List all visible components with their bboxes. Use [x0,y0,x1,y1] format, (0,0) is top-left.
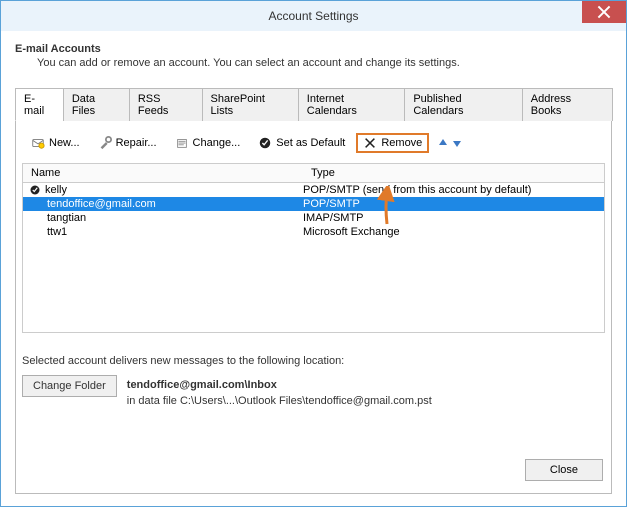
repair-button[interactable]: Repair... [91,133,164,153]
close-icon [597,5,611,19]
tab-data-files[interactable]: Data Files [63,88,130,121]
accounts-list: kelly POP/SMTP (send from this account by… [22,183,605,333]
tab-e-mail[interactable]: E-mail [15,88,64,121]
account-name: tendoffice@gmail.com [47,198,156,210]
titlebar: Account Settings [1,1,626,31]
section-title: E-mail Accounts [15,43,612,55]
tab-address-books[interactable]: Address Books [522,88,613,121]
repair-icon [98,136,112,150]
account-type: POP/SMTP (send from this account by defa… [303,184,600,196]
tab-rss-feeds[interactable]: RSS Feeds [129,88,203,121]
remove-button[interactable]: Remove [356,133,429,153]
content-area: E-mail Accounts You can add or remove an… [1,31,626,506]
tab-sharepoint-lists[interactable]: SharePoint Lists [202,88,299,121]
account-type: Microsoft Exchange [303,226,600,238]
delivery-details: tendoffice@gmail.com\Inbox in data file … [127,375,432,407]
section-desc: You can add or remove an account. You ca… [37,57,612,69]
delivery-text: Selected account delivers new messages t… [22,355,605,367]
set-default-label: Set as Default [276,137,345,149]
default-account-icon [29,184,41,196]
tab-published-calendars[interactable]: Published Calendars [404,88,522,121]
set-default-button[interactable]: Set as Default [251,133,352,153]
move-up-icon[interactable] [437,137,449,149]
footer: Close [22,449,605,483]
move-down-icon[interactable] [451,137,463,149]
repair-label: Repair... [116,137,157,149]
close-button[interactable]: Close [525,459,603,481]
delivery-location: tendoffice@gmail.com\Inbox [127,379,432,391]
delivery-section: Selected account delivers new messages t… [22,355,605,407]
change-icon [175,136,189,150]
account-row[interactable]: tangtian IMAP/SMTP [23,211,604,225]
new-label: New... [49,137,80,149]
check-circle-icon [258,136,272,150]
account-name: tangtian [47,212,86,224]
reorder-controls [437,137,463,149]
window-title: Account Settings [1,9,626,23]
account-row[interactable]: ttw1 Microsoft Exchange [23,225,604,239]
new-button[interactable]: New... [24,133,87,153]
account-type: POP/SMTP [303,198,600,210]
column-name[interactable]: Name [23,164,303,182]
toolbar: New... Repair... Change... Set as Defaul… [22,127,605,163]
delivery-datafile: in data file C:\Users\...\Outlook Files\… [127,395,432,407]
account-type: IMAP/SMTP [303,212,600,224]
remove-label: Remove [381,137,422,149]
tab-internet-calendars[interactable]: Internet Calendars [298,88,406,121]
tabs: E-mailData FilesRSS FeedsSharePoint List… [15,87,612,121]
accounts-header: Name Type [22,163,605,183]
change-label: Change... [193,137,241,149]
new-icon [31,136,45,150]
column-type[interactable]: Type [303,164,604,182]
change-button[interactable]: Change... [168,133,248,153]
account-row[interactable]: kelly POP/SMTP (send from this account by… [23,183,604,197]
account-settings-window: Account Settings E-mail Accounts You can… [0,0,627,507]
account-name: ttw1 [47,226,67,238]
remove-icon [363,136,377,150]
account-name: kelly [45,184,67,196]
change-folder-button[interactable]: Change Folder [22,375,117,397]
account-row[interactable]: tendoffice@gmail.com POP/SMTP [23,197,604,211]
window-close-button[interactable] [582,1,626,23]
tab-panel: New... Repair... Change... Set as Defaul… [15,121,612,494]
